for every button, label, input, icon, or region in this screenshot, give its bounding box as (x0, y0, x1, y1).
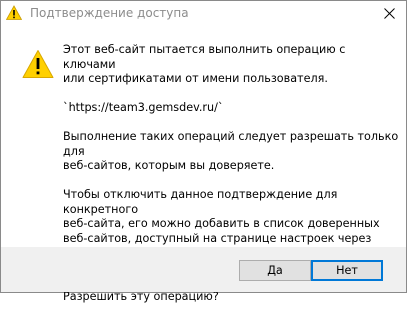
title-bar[interactable]: Подтверждение доступа (1, 1, 406, 27)
close-button[interactable] (374, 1, 406, 27)
window-title: Подтверждение доступа (30, 6, 189, 20)
button-bar: Да Нет (1, 247, 406, 292)
yes-button[interactable]: Да (239, 260, 311, 281)
message-paragraph: Выполнение таких операций следует разреш… (63, 130, 399, 172)
message-paragraph: Этот веб-сайт пытается выполнить операци… (63, 43, 346, 85)
site-url: `https://team3.gemsdev.ru/` (63, 101, 224, 114)
confirmation-dialog: Подтверждение доступа Этот веб-сайт пыта… (0, 0, 407, 303)
no-button[interactable]: Нет (311, 260, 383, 281)
warning-icon (5, 5, 23, 21)
warning-triangle-icon (22, 49, 54, 79)
